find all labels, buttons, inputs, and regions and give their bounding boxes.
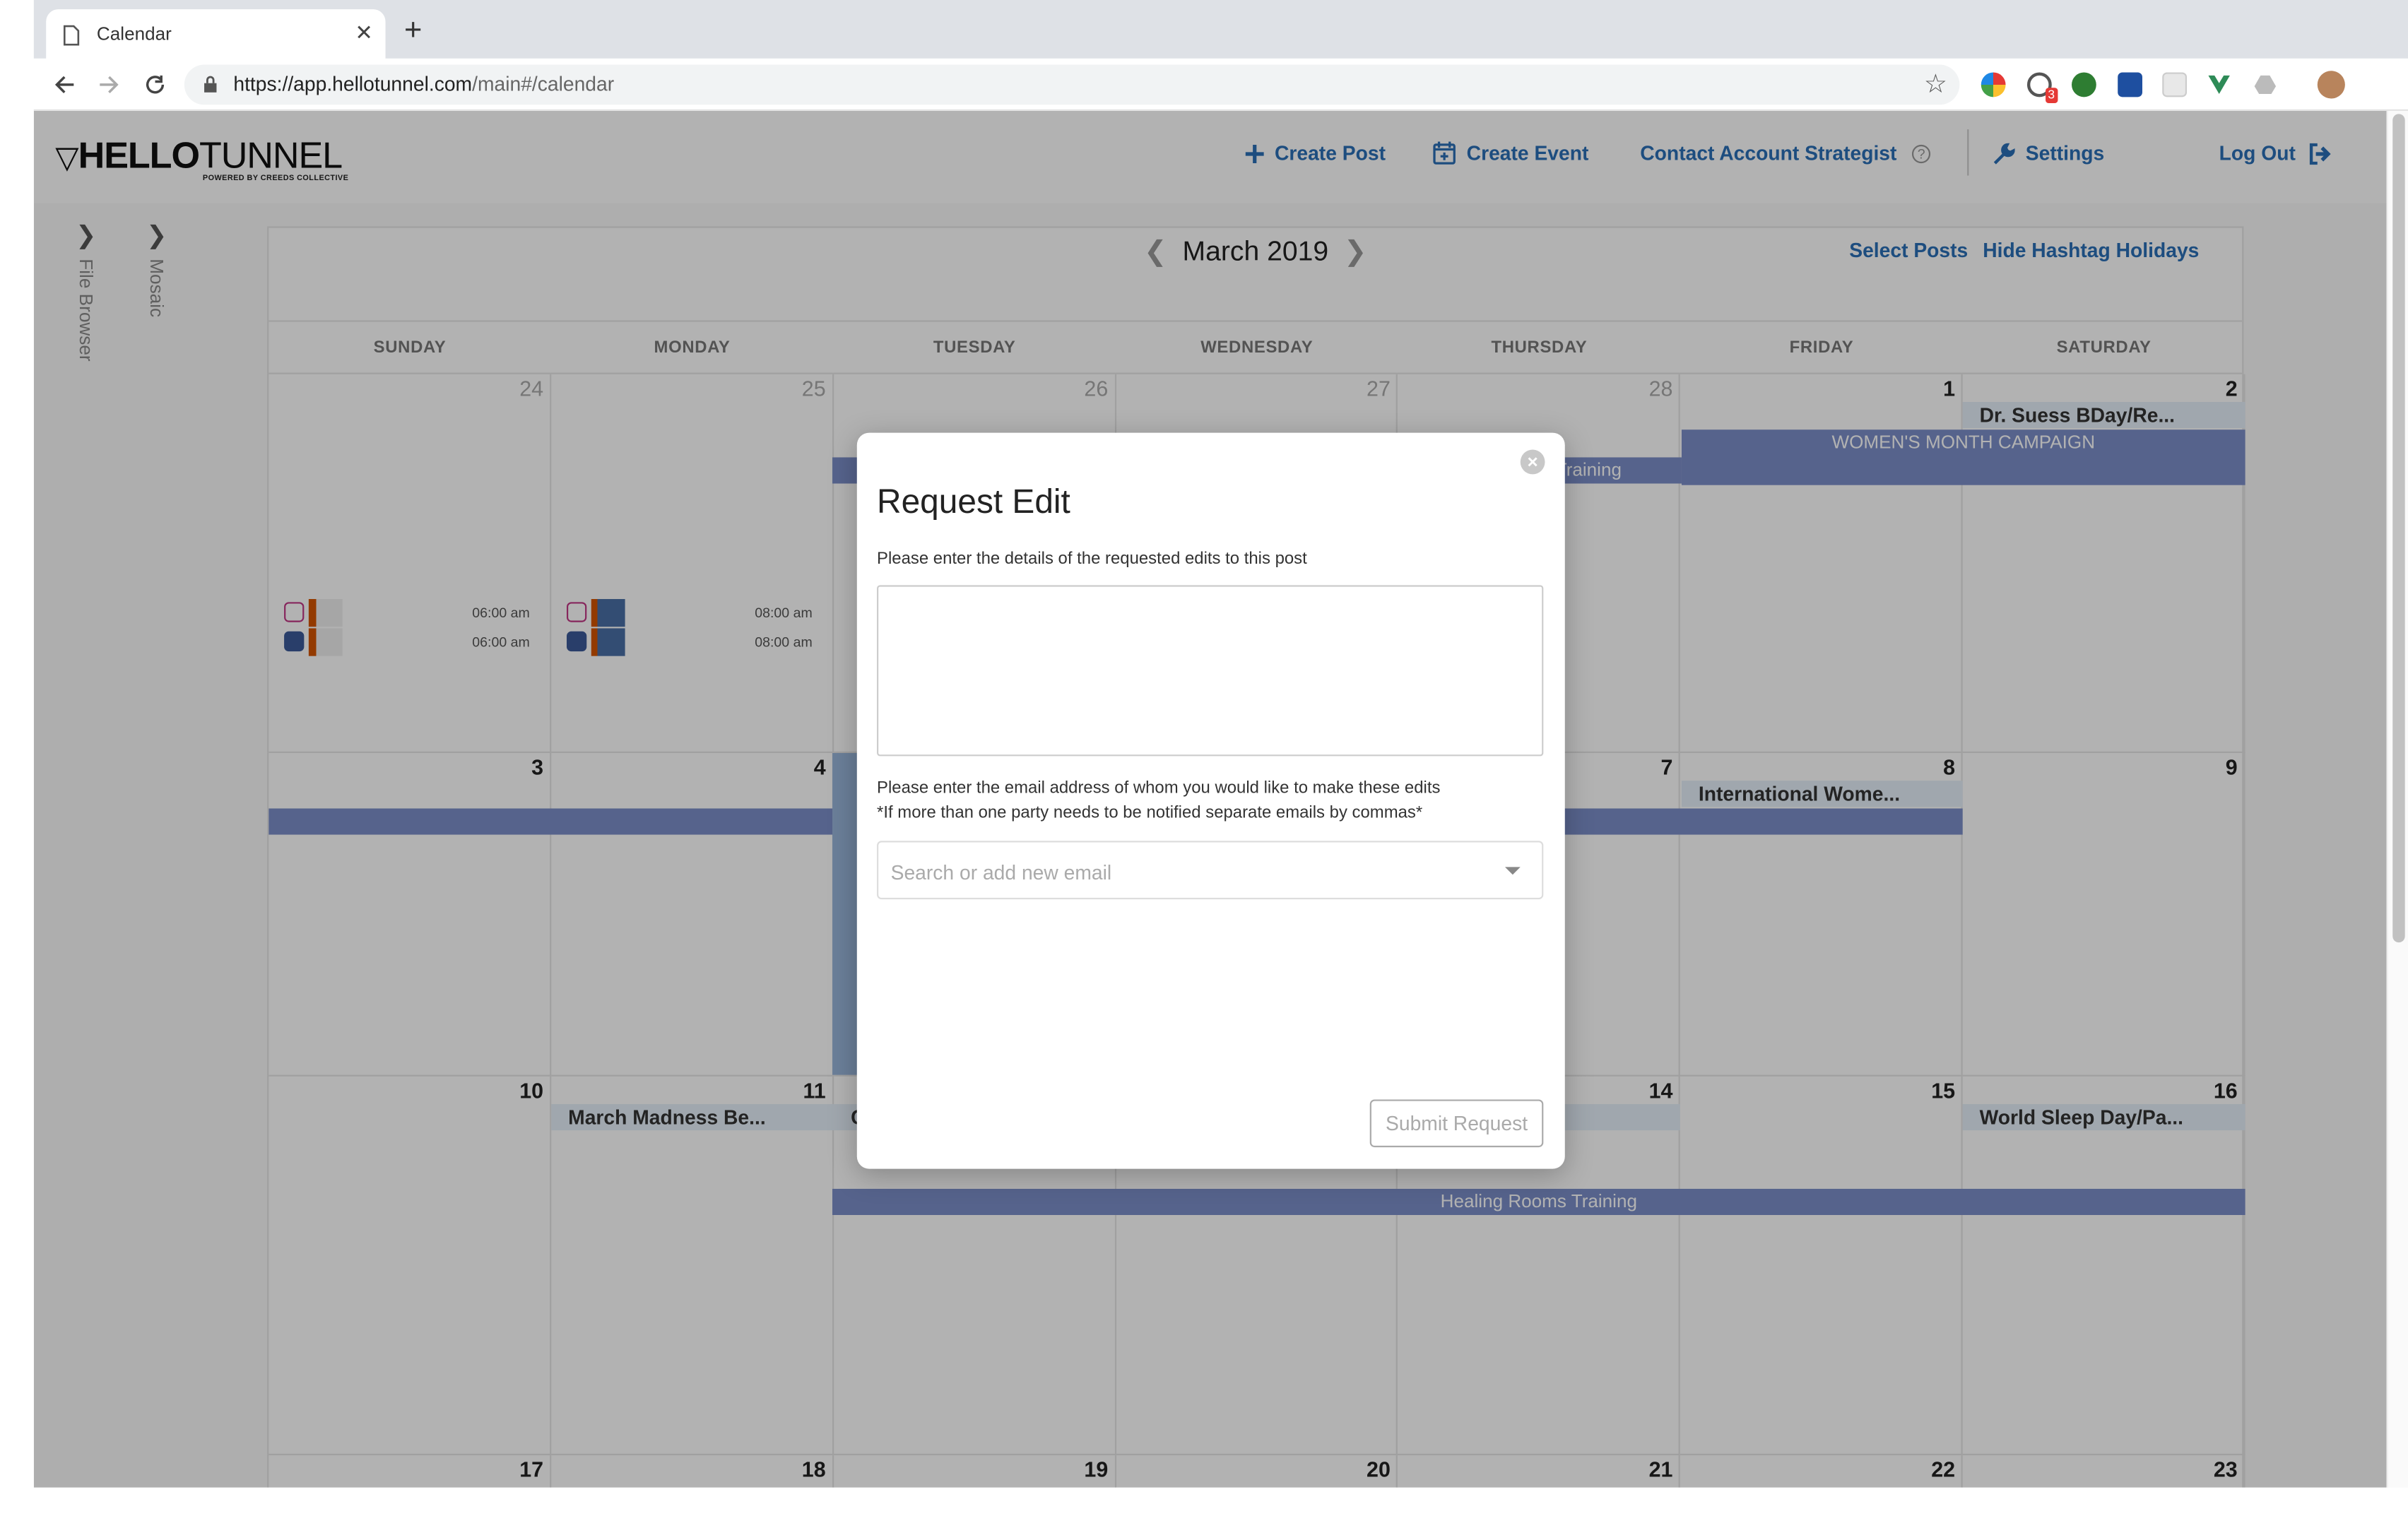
vue-extension-icon[interactable] — [2207, 72, 2231, 97]
close-tab-icon[interactable]: ✕ — [350, 18, 378, 46]
modal-title: Request Edit — [877, 482, 1070, 521]
tracker-extension-icon[interactable]: 3 — [2026, 72, 2058, 104]
tab-bar: Calendar ✕ + — [33, 0, 2408, 61]
green-extension-icon[interactable] — [2072, 72, 2096, 97]
submit-request-button[interactable]: Submit Request — [1369, 1099, 1544, 1148]
color-picker-extension-icon[interactable] — [1981, 72, 2006, 97]
app-container: ▽HELLOTUNNEL POWERED BY CREEDS COLLECTIV… — [33, 110, 2387, 1488]
email-placeholder: Search or add new email — [890, 860, 1112, 884]
document-icon — [63, 25, 80, 46]
chevron-down-icon — [1505, 867, 1521, 875]
edit-details-textarea[interactable] — [877, 585, 1544, 757]
page-bottom — [0, 1487, 2408, 1523]
back-icon[interactable] — [47, 68, 81, 102]
lock-icon — [204, 76, 217, 93]
url-text: https://app.hellotunnel.com/main#/calend… — [233, 72, 614, 95]
details-label: Please enter the details of the requeste… — [877, 550, 1307, 569]
profile-avatar[interactable] — [2317, 71, 2345, 99]
url-path: /main#/calendar — [472, 72, 615, 96]
browser-toolbar: https://app.hellotunnel.com/main#/calend… — [33, 58, 2408, 111]
browser-menu-icon[interactable]: ⋮ — [2400, 71, 2408, 100]
tab-title: Calendar — [96, 23, 172, 45]
address-bar[interactable]: https://app.hellotunnel.com/main#/calend… — [184, 64, 1960, 105]
grid-extension-icon[interactable] — [2162, 72, 2188, 97]
url-host: https://app.hellotunnel.com — [233, 72, 473, 96]
close-icon[interactable]: × — [1520, 449, 1545, 475]
drive-extension-icon[interactable] — [2253, 72, 2277, 97]
reload-icon[interactable] — [138, 68, 172, 102]
bookmark-extension-icon[interactable] — [2118, 72, 2142, 97]
scrollbar-thumb[interactable] — [2392, 114, 2405, 943]
email-note: *If more than one party needs to be noti… — [877, 803, 1423, 823]
email-select-input[interactable]: Search or add new email — [877, 841, 1544, 900]
browser-tab[interactable]: Calendar ✕ — [46, 9, 386, 61]
extension-badge: 3 — [2045, 88, 2058, 104]
forward-icon[interactable] — [92, 68, 126, 102]
request-edit-modal: × Request Edit Please enter the details … — [856, 432, 1565, 1169]
email-label: Please enter the email address of whom y… — [877, 779, 1441, 798]
new-tab-icon[interactable]: + — [396, 14, 430, 48]
browser-window: Calendar ✕ + https://app.hellotunnel.com… — [0, 0, 2408, 1523]
page-scrollbar[interactable] — [2386, 110, 2408, 1488]
bookmark-star-icon[interactable]: ☆ — [1924, 69, 1947, 100]
